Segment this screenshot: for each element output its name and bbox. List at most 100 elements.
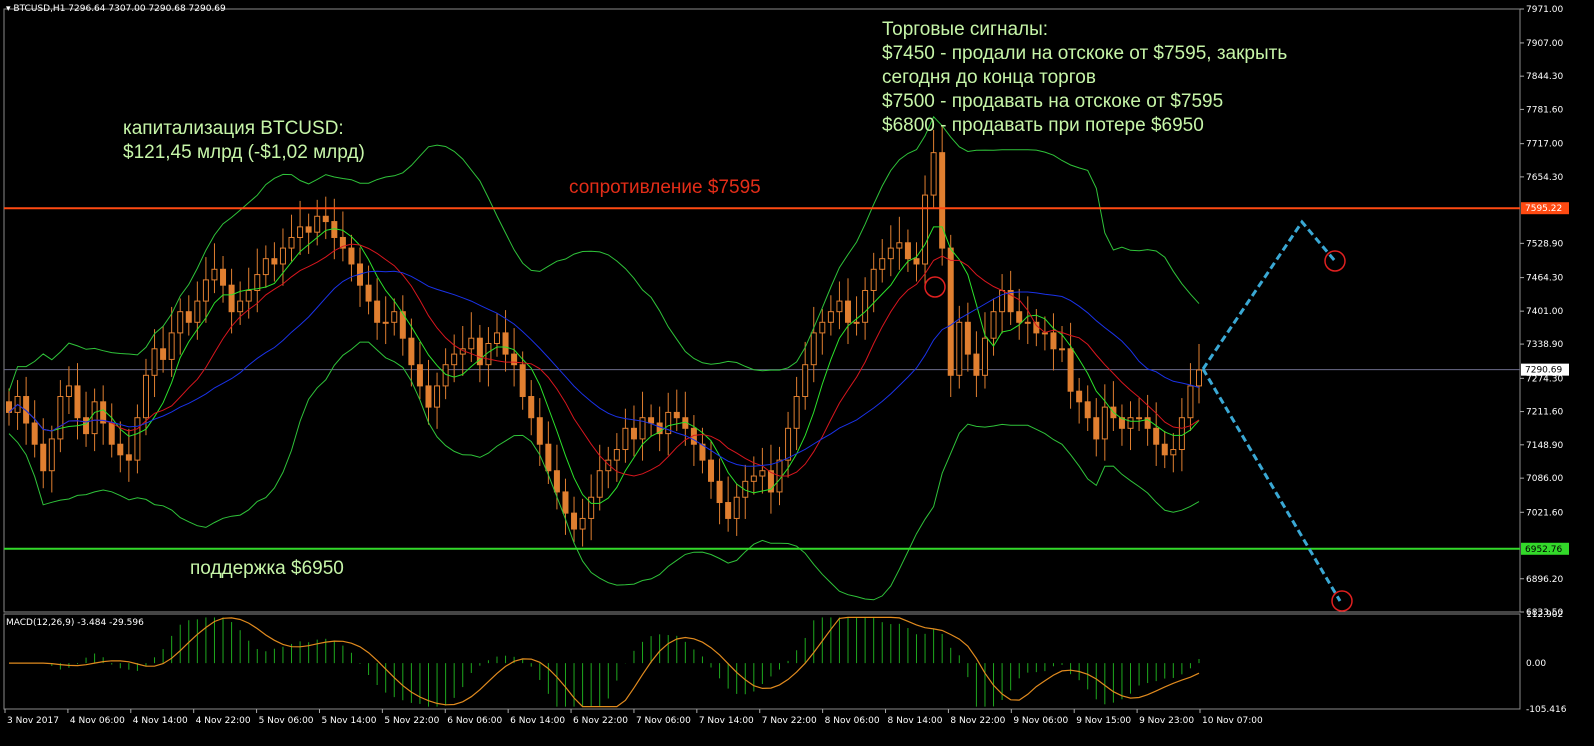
candle-body bbox=[1101, 406, 1108, 440]
collapse-arrow-icon[interactable]: ▾ bbox=[6, 4, 11, 14]
candle-body bbox=[708, 459, 715, 482]
candle-body bbox=[862, 289, 869, 323]
candle-body bbox=[964, 321, 971, 355]
time-tick-label: 9 Nov 06:00 bbox=[1013, 716, 1068, 726]
candle-body bbox=[1084, 401, 1091, 419]
candle-body bbox=[588, 496, 595, 519]
candle-body bbox=[237, 300, 244, 313]
price-tick-label: 7274.30 bbox=[1526, 374, 1563, 384]
candle-body bbox=[973, 353, 980, 376]
time-tick-label: 8 Nov 06:00 bbox=[825, 716, 880, 726]
candle-body bbox=[853, 321, 860, 324]
candle-body bbox=[939, 152, 946, 249]
price-tick-label: 7211.60 bbox=[1526, 408, 1563, 418]
candle-body bbox=[1016, 311, 1023, 323]
candle-body bbox=[793, 396, 800, 429]
time-tick-label: 4 Nov 14:00 bbox=[133, 716, 188, 726]
time-tick-label: 5 Nov 14:00 bbox=[321, 716, 376, 726]
candle-body bbox=[374, 300, 381, 323]
candle-body bbox=[785, 427, 792, 461]
candle-body bbox=[562, 491, 569, 514]
candle-body bbox=[74, 385, 81, 419]
candle-body bbox=[408, 337, 415, 366]
candle-body bbox=[382, 321, 389, 324]
candle-body bbox=[956, 321, 963, 376]
candle-body bbox=[1153, 427, 1160, 445]
resistance-price-label: 7595.22 bbox=[1525, 204, 1562, 214]
candle-body bbox=[1041, 332, 1048, 335]
support-price-label: 6952.76 bbox=[1525, 545, 1562, 555]
candle-body bbox=[416, 364, 423, 387]
candle-body bbox=[947, 247, 954, 376]
candle-body bbox=[177, 311, 184, 334]
candle-body bbox=[836, 300, 843, 313]
candle-body bbox=[870, 268, 877, 291]
candle-body bbox=[434, 385, 441, 408]
candle-body bbox=[228, 284, 235, 313]
time-tick-label: 4 Nov 22:00 bbox=[196, 716, 251, 726]
candle-body bbox=[468, 337, 475, 350]
candle-body bbox=[100, 401, 107, 424]
candle-body bbox=[322, 215, 329, 223]
symbol-label: BTCUSD,H1 bbox=[13, 4, 66, 14]
candle-body bbox=[1050, 332, 1057, 350]
candle-body bbox=[91, 401, 98, 435]
candle-body bbox=[879, 258, 886, 270]
cap-line-1: капитализация BTCUSD: bbox=[123, 118, 344, 139]
current-price-label: 7290.69 bbox=[1525, 366, 1562, 376]
candle-body bbox=[220, 268, 227, 286]
candle-body bbox=[810, 332, 817, 366]
candle-body bbox=[365, 284, 372, 302]
candle-body bbox=[528, 396, 535, 419]
price-tick-label: 7464.30 bbox=[1526, 274, 1563, 284]
price-tick-label: 7338.90 bbox=[1526, 340, 1563, 350]
candle-body bbox=[922, 194, 929, 265]
candle-body bbox=[545, 443, 552, 472]
time-tick-label: 7 Nov 14:00 bbox=[699, 716, 754, 726]
time-tick-label: 3 Nov 2017 bbox=[7, 716, 59, 726]
symbol-header: ▾ BTCUSD,H1 7296.64 7307.00 7290.68 7290… bbox=[6, 4, 226, 14]
price-tick-label: 7971.00 bbox=[1526, 5, 1563, 15]
macd-header: MACD(12,26,9) -3.484 -29.596 bbox=[6, 618, 144, 628]
candle-body bbox=[1187, 385, 1194, 419]
candle-body bbox=[725, 502, 732, 519]
time-tick-label: 6 Nov 22:00 bbox=[573, 716, 628, 726]
candle-body bbox=[194, 300, 201, 323]
price-tick-label: 7907.00 bbox=[1526, 39, 1563, 49]
candle-body bbox=[999, 289, 1006, 313]
price-tick-label: 7401.00 bbox=[1526, 307, 1563, 317]
time-tick-label: 7 Nov 22:00 bbox=[762, 716, 817, 726]
candle-body bbox=[1196, 369, 1202, 387]
candle-body bbox=[142, 374, 149, 419]
candle-body bbox=[827, 311, 834, 323]
signal-line: $7450 - продали на отскоке от $7595, зак… bbox=[882, 43, 1288, 64]
candle-body bbox=[314, 215, 321, 233]
candle-body bbox=[331, 221, 338, 238]
time-tick-label: 8 Nov 22:00 bbox=[950, 716, 1005, 726]
candle-body bbox=[279, 247, 286, 265]
candle-body bbox=[245, 289, 252, 302]
candle-body bbox=[262, 258, 269, 276]
candle-body bbox=[553, 470, 560, 493]
candle-body bbox=[596, 470, 603, 498]
candle-body bbox=[571, 512, 578, 530]
ohlc-values: 7296.64 7307.00 7290.68 7290.69 bbox=[68, 4, 226, 14]
candle-body bbox=[1033, 321, 1040, 334]
candle-body bbox=[502, 332, 509, 355]
candle-body bbox=[536, 417, 543, 445]
candle-body bbox=[733, 496, 740, 519]
candle-body bbox=[716, 480, 723, 504]
candle-body bbox=[288, 236, 295, 249]
candle-body bbox=[65, 385, 72, 398]
candle-body bbox=[579, 517, 586, 530]
candle-body bbox=[904, 242, 911, 260]
candle-body bbox=[913, 258, 920, 265]
time-tick-label: 9 Nov 15:00 bbox=[1076, 716, 1131, 726]
candle-body bbox=[271, 258, 278, 265]
candle-body bbox=[134, 417, 141, 461]
candle-body bbox=[211, 268, 218, 281]
candle-body bbox=[40, 443, 47, 472]
candle-body bbox=[83, 417, 90, 435]
time-tick-label: 6 Nov 14:00 bbox=[510, 716, 565, 726]
candle-body bbox=[819, 321, 826, 334]
